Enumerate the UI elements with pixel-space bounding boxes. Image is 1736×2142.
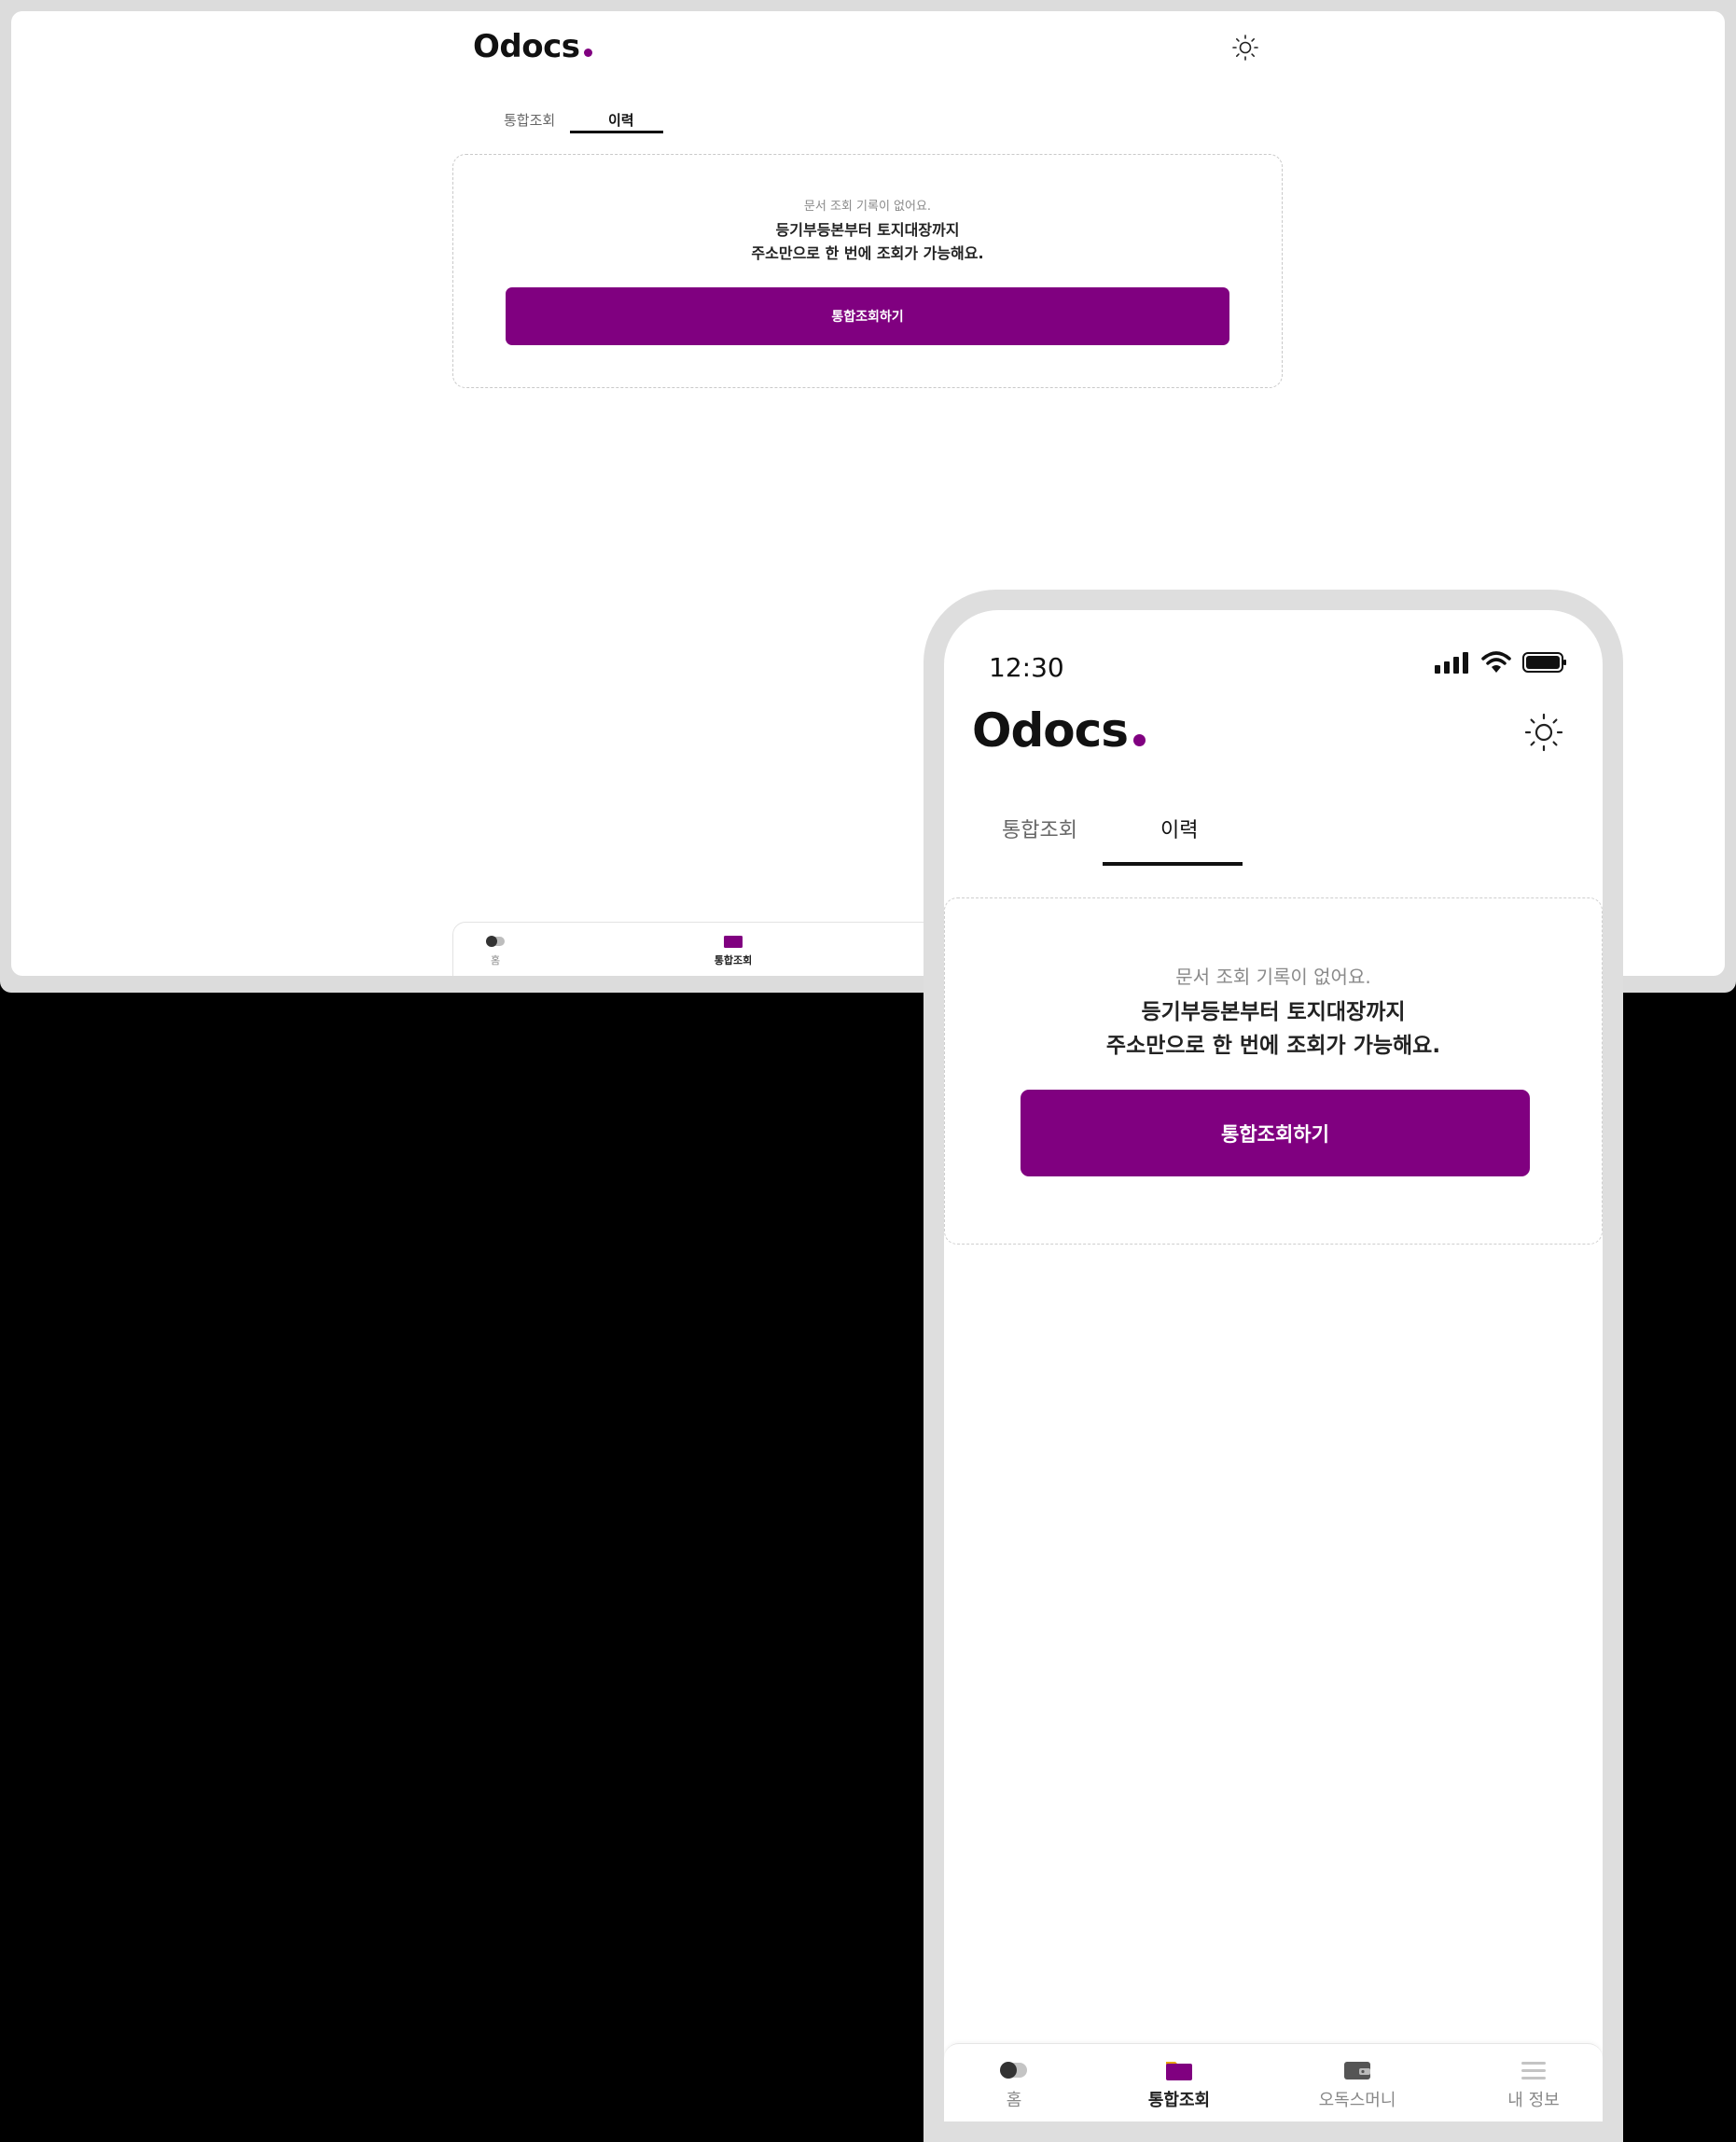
empty-state-card: 문서 조회 기록이 없어요. 등기부등본부터 토지대장까지 주소만으로 한 번에… bbox=[452, 154, 1283, 388]
app-logo[interactable]: Odocs bbox=[473, 28, 592, 65]
empty-state-line2: 주소만으로 한 번에 조회가 가능해요. bbox=[1105, 1034, 1441, 1058]
nav-item-integrated-search[interactable]: 통합조회 bbox=[1114, 2059, 1244, 2111]
tab-history[interactable]: 이력 bbox=[1160, 814, 1198, 843]
wallet-icon bbox=[1344, 2062, 1370, 2079]
tab-integrated-search[interactable]: 통합조회 bbox=[504, 110, 555, 130]
logo-dot-icon bbox=[583, 49, 592, 57]
nav-item-integrated-search[interactable]: 통합조회 bbox=[696, 934, 771, 967]
nav-item-odocs-money[interactable]: 오독스머니 bbox=[1292, 2059, 1423, 2111]
stage: Odocs 통합조회 이력 문서 조회 기록이 없어요. 등기부등본부터 토지대… bbox=[0, 0, 1736, 2142]
sun-icon[interactable] bbox=[1229, 32, 1261, 63]
phone-frame: 12:30 Odocs 통합조회 이력 문서 조회 기록이 없어요. 등기부등본… bbox=[924, 590, 1623, 2142]
logo-dot-icon bbox=[1133, 734, 1146, 746]
nav-item-home[interactable]: 홈 bbox=[458, 934, 533, 967]
sun-icon[interactable] bbox=[1521, 709, 1567, 756]
empty-state-line2: 주소만으로 한 번에 조회가 가능해요. bbox=[751, 244, 984, 262]
status-icons bbox=[1435, 651, 1567, 674]
status-time: 12:30 bbox=[989, 652, 1064, 683]
wifi-icon bbox=[1481, 651, 1511, 673]
tab-integrated-search[interactable]: 통합조회 bbox=[1002, 814, 1077, 843]
active-tab-indicator bbox=[570, 131, 663, 133]
nav-label-integrated-search: 통합조회 bbox=[1147, 2091, 1211, 2110]
app-logo[interactable]: Odocs bbox=[972, 703, 1146, 758]
active-tab-indicator bbox=[1103, 862, 1243, 866]
empty-state-subtitle: 문서 조회 기록이 없어요. bbox=[803, 200, 932, 214]
empty-state-subtitle: 문서 조회 기록이 없어요. bbox=[1175, 966, 1371, 988]
empty-state-line1: 등기부등본부터 토지대장까지 bbox=[1141, 1000, 1406, 1024]
nav-label-home: 홈 bbox=[1006, 2091, 1022, 2110]
folder-icon bbox=[724, 936, 743, 948]
nav-label-integrated-search: 통합조회 bbox=[714, 954, 753, 967]
menu-icon bbox=[1521, 2062, 1546, 2079]
integrated-search-button[interactable]: 통합조회하기 bbox=[1021, 1090, 1530, 1176]
bottom-nav: 홈 통합조회 bbox=[944, 2043, 1603, 2121]
nav-label-odocs-money: 오독스머니 bbox=[1318, 2091, 1396, 2110]
app-logo-text: Odocs bbox=[972, 703, 1129, 758]
empty-state-message: 등기부등본부터 토지대장까지 주소만으로 한 번에 조회가 가능해요. bbox=[945, 995, 1602, 1063]
signal-icon bbox=[1435, 652, 1468, 674]
nav-label-home: 홈 bbox=[490, 954, 501, 967]
tab-bar: 통합조회 이력 bbox=[485, 97, 672, 146]
folder-icon bbox=[1166, 2062, 1192, 2080]
app-logo-text: Odocs bbox=[473, 28, 580, 65]
nav-item-my-info[interactable]: 내 정보 bbox=[1468, 2059, 1599, 2111]
nav-item-home[interactable]: 홈 bbox=[949, 2059, 1079, 2111]
battery-icon bbox=[1522, 652, 1566, 673]
phone-screen: 12:30 Odocs 통합조회 이력 문서 조회 기록이 없어요. 등기부등본… bbox=[944, 610, 1603, 2121]
empty-state-card: 문서 조회 기록이 없어요. 등기부등본부터 토지대장까지 주소만으로 한 번에… bbox=[944, 897, 1603, 1245]
empty-state-line1: 등기부등본부터 토지대장까지 bbox=[775, 221, 960, 239]
tab-history[interactable]: 이력 bbox=[608, 110, 634, 130]
nav-label-my-info: 내 정보 bbox=[1507, 2091, 1560, 2110]
toggle-icon bbox=[1000, 2062, 1027, 2079]
toggle-icon bbox=[486, 936, 505, 947]
empty-state-message: 등기부등본부터 토지대장까지 주소만으로 한 번에 조회가 가능해요. bbox=[453, 218, 1282, 265]
integrated-search-button[interactable]: 통합조회하기 bbox=[506, 287, 1229, 345]
